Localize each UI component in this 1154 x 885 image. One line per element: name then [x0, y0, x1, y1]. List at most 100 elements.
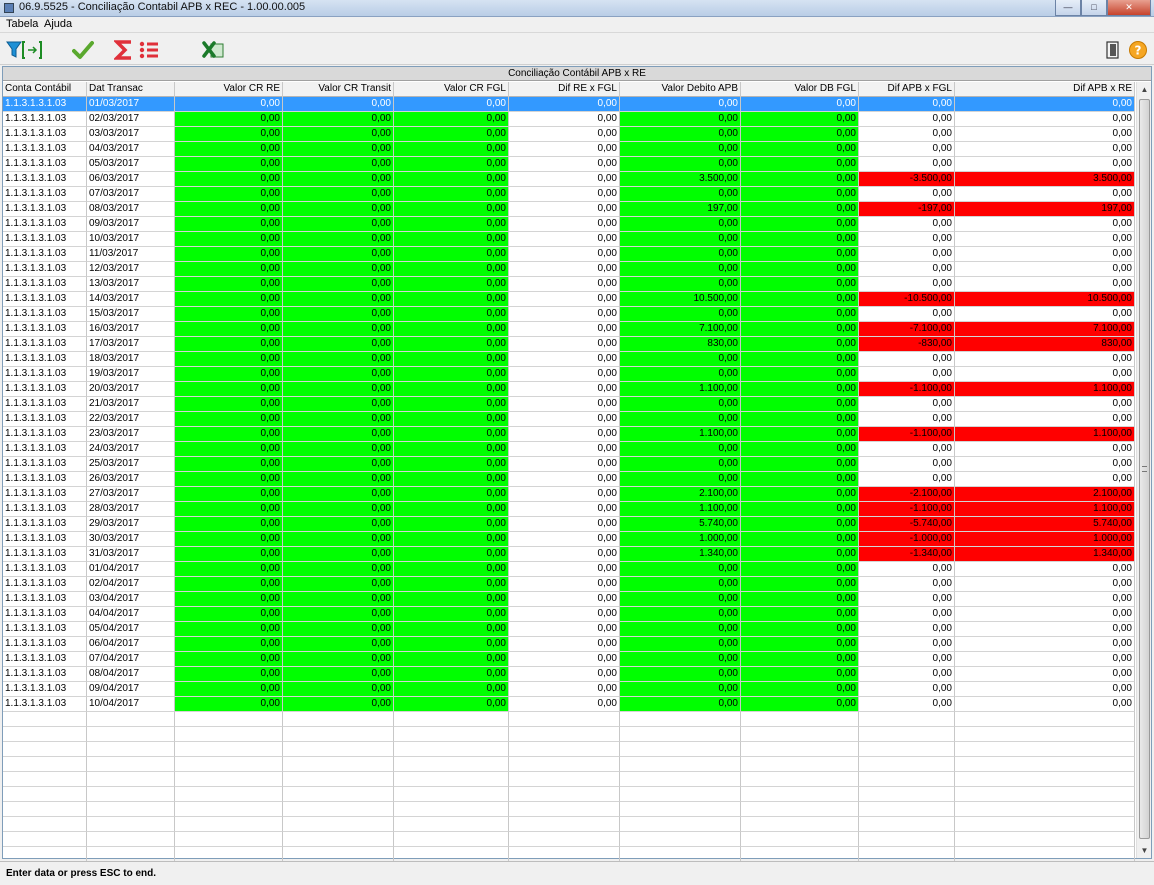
table-cell[interactable]: 0,00 [741, 292, 859, 307]
table-cell[interactable]: 0,00 [620, 187, 741, 202]
table-cell[interactable]: 01/03/2017 [87, 97, 175, 112]
table-cell[interactable]: 1.100,00 [955, 427, 1135, 442]
table-cell[interactable] [175, 832, 283, 847]
table-cell[interactable]: 0,00 [175, 172, 283, 187]
close-button[interactable]: ✕ [1107, 0, 1151, 16]
table-cell[interactable] [175, 757, 283, 772]
table-cell[interactable] [283, 787, 394, 802]
table-cell[interactable]: 0,00 [283, 607, 394, 622]
table-cell[interactable] [87, 712, 175, 727]
table-cell[interactable]: 0,00 [955, 157, 1135, 172]
table-cell[interactable] [87, 727, 175, 742]
table-cell[interactable]: 0,00 [394, 187, 509, 202]
table-cell[interactable]: 0,00 [394, 412, 509, 427]
table-cell[interactable]: 0,00 [175, 472, 283, 487]
table-cell[interactable] [741, 817, 859, 832]
table-cell[interactable]: 04/04/2017 [87, 607, 175, 622]
table-cell[interactable]: 0,00 [175, 652, 283, 667]
table-cell[interactable]: 1.1.3.1.3.1.03 [3, 112, 87, 127]
table-cell[interactable]: 0,00 [741, 682, 859, 697]
table-cell[interactable]: -1.100,00 [859, 502, 955, 517]
table-cell[interactable]: 0,00 [509, 262, 620, 277]
table-row[interactable]: 1.1.3.1.3.1.03 10/04/2017 0,00 0,00 0,00 0,00… [3, 697, 1135, 712]
table-cell[interactable]: 0,00 [620, 127, 741, 142]
empty-row[interactable] [3, 817, 1135, 832]
table-cell[interactable]: 09/03/2017 [87, 217, 175, 232]
table-cell[interactable]: 0,00 [859, 667, 955, 682]
table-cell[interactable]: 0,00 [283, 637, 394, 652]
table-cell[interactable]: 0,00 [741, 652, 859, 667]
table-cell[interactable] [955, 817, 1135, 832]
table-cell[interactable]: 0,00 [620, 262, 741, 277]
column-header-valor-cr-fgl[interactable]: Valor CR FGL [394, 82, 509, 97]
table-row[interactable]: 1.1.3.1.3.1.03 10/03/2017 0,00 0,00 0,00 0,00… [3, 232, 1135, 247]
scroll-thumb[interactable] [1139, 99, 1150, 839]
table-cell[interactable]: 1.1.3.1.3.1.03 [3, 172, 87, 187]
table-cell[interactable]: 0,00 [394, 502, 509, 517]
table-cell[interactable] [509, 787, 620, 802]
table-cell[interactable]: 0,00 [394, 427, 509, 442]
table-cell[interactable] [859, 757, 955, 772]
table-cell[interactable]: 1.1.3.1.3.1.03 [3, 637, 87, 652]
table-cell[interactable]: 0,00 [741, 382, 859, 397]
table-cell[interactable]: 0,00 [859, 262, 955, 277]
table-row[interactable]: 1.1.3.1.3.1.03 03/04/2017 0,00 0,00 0,00 0,00… [3, 592, 1135, 607]
table-cell[interactable]: 830,00 [955, 337, 1135, 352]
table-cell[interactable]: -3.500,00 [859, 172, 955, 187]
table-cell[interactable]: 0,00 [741, 697, 859, 712]
table-cell[interactable]: 0,00 [394, 637, 509, 652]
column-header-valor-cr-re[interactable]: Valor CR RE [175, 82, 283, 97]
table-cell[interactable]: 0,00 [741, 667, 859, 682]
table-cell[interactable]: 0,00 [509, 502, 620, 517]
table-cell[interactable]: 28/03/2017 [87, 502, 175, 517]
table-cell[interactable]: 0,00 [620, 397, 741, 412]
table-cell[interactable]: 0,00 [620, 682, 741, 697]
table-cell[interactable]: 0,00 [741, 427, 859, 442]
table-cell[interactable]: 0,00 [394, 157, 509, 172]
table-cell[interactable] [175, 847, 283, 862]
column-header-conta-contabil[interactable]: Conta Contábil [3, 82, 87, 97]
table-cell[interactable]: 0,00 [175, 352, 283, 367]
table-cell[interactable]: 0,00 [175, 97, 283, 112]
table-cell[interactable]: 0,00 [955, 277, 1135, 292]
table-cell[interactable]: 0,00 [509, 592, 620, 607]
table-cell[interactable]: 1.1.3.1.3.1.03 [3, 697, 87, 712]
column-header-dif-apb-x-re[interactable]: Dif APB x RE [955, 82, 1135, 97]
table-row[interactable]: 1.1.3.1.3.1.03 01/03/2017 0,00 0,00 0,00 0,00… [3, 97, 1135, 112]
table-cell[interactable]: 0,00 [741, 637, 859, 652]
table-cell[interactable]: 0,00 [620, 157, 741, 172]
menu-ajuda[interactable]: Ajuda [44, 18, 72, 30]
table-cell[interactable]: 18/03/2017 [87, 352, 175, 367]
table-cell[interactable]: 0,00 [283, 487, 394, 502]
table-row[interactable]: 1.1.3.1.3.1.03 13/03/2017 0,00 0,00 0,00 0,00… [3, 277, 1135, 292]
table-cell[interactable]: 0,00 [283, 262, 394, 277]
table-cell[interactable] [283, 742, 394, 757]
table-cell[interactable] [859, 847, 955, 862]
table-row[interactable]: 1.1.3.1.3.1.03 02/04/2017 0,00 0,00 0,00 0,00… [3, 577, 1135, 592]
table-cell[interactable]: 0,00 [955, 667, 1135, 682]
table-cell[interactable] [394, 817, 509, 832]
table-cell[interactable] [741, 787, 859, 802]
table-cell[interactable] [741, 832, 859, 847]
table-cell[interactable]: 13/03/2017 [87, 277, 175, 292]
table-cell[interactable]: 0,00 [620, 577, 741, 592]
table-cell[interactable]: 0,00 [859, 232, 955, 247]
table-cell[interactable] [955, 712, 1135, 727]
table-cell[interactable]: 5.740,00 [620, 517, 741, 532]
table-cell[interactable]: 20/03/2017 [87, 382, 175, 397]
table-cell[interactable]: 0,00 [955, 217, 1135, 232]
table-cell[interactable] [3, 712, 87, 727]
table-cell[interactable]: 1.100,00 [620, 382, 741, 397]
table-cell[interactable]: 1.340,00 [620, 547, 741, 562]
table-cell[interactable]: 0,00 [283, 307, 394, 322]
table-cell[interactable]: 0,00 [283, 457, 394, 472]
table-cell[interactable]: 0,00 [394, 697, 509, 712]
table-cell[interactable]: 0,00 [394, 307, 509, 322]
table-cell[interactable]: 0,00 [175, 487, 283, 502]
table-cell[interactable]: 0,00 [741, 262, 859, 277]
table-cell[interactable] [394, 787, 509, 802]
table-cell[interactable]: 0,00 [955, 562, 1135, 577]
table-cell[interactable]: 0,00 [509, 382, 620, 397]
table-cell[interactable] [394, 832, 509, 847]
table-cell[interactable]: 1.1.3.1.3.1.03 [3, 457, 87, 472]
